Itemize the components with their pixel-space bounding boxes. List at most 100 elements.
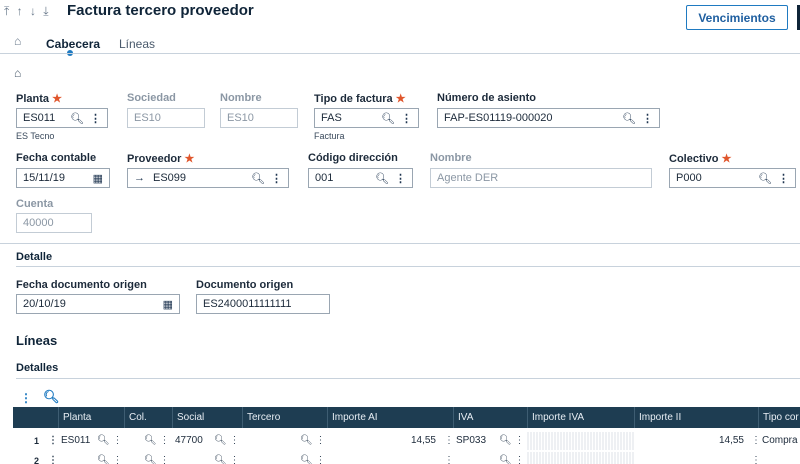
nombre-value: ES10 <box>227 112 254 124</box>
nombre-label: Nombre <box>220 92 262 104</box>
fecha-contable-field[interactable]: 15/11/19 ▦ <box>16 168 110 188</box>
cell-importe-ai[interactable]: 14,55 <box>327 432 436 450</box>
search-icon[interactable]: 🔍︎ ⋮ <box>97 432 122 450</box>
more-options-icon[interactable]: ⋮ <box>271 172 282 185</box>
fecha-contable-value: 15/11/19 <box>23 172 66 184</box>
col-importe-ii[interactable]: Importe II <box>634 407 758 428</box>
numero-asiento-field[interactable]: FAP-ES01119-000020 🔍︎ ⋮ <box>437 108 660 128</box>
more-options-icon[interactable]: ⋮ <box>751 452 761 464</box>
more-options-icon[interactable]: ⋮ <box>401 112 412 125</box>
row-menu-icon[interactable]: ⋮ <box>48 432 58 450</box>
search-icon[interactable]: 🔍︎ ⋮ <box>300 432 325 450</box>
cell-iva[interactable]: SP033 <box>456 432 486 450</box>
cell-importe-iva <box>527 432 634 450</box>
search-icon[interactable]: 🔍︎ ⋮ <box>300 452 325 464</box>
search-icon[interactable]: 🔍︎ <box>375 172 389 185</box>
search-icon[interactable]: 🔍︎ <box>622 112 636 125</box>
col-importe-iva[interactable]: Importe IVA <box>527 407 634 428</box>
nombre2-label: Nombre <box>430 152 472 164</box>
search-icon[interactable]: 🔍︎ ⋮ <box>97 452 122 464</box>
fecha-doc-origen-label: Fecha documento origen <box>16 279 147 291</box>
page-title: Factura tercero proveedor <box>67 2 254 19</box>
home-icon[interactable]: ⌂ <box>14 34 21 48</box>
more-options-icon[interactable]: ⋮ <box>395 172 406 185</box>
cuenta-label: Cuenta <box>16 198 54 210</box>
search-icon[interactable]: 🔍︎ <box>251 172 265 185</box>
col-tipo[interactable]: Tipo cor <box>758 407 800 428</box>
tipo-factura-field[interactable]: FAS 🔍︎ ⋮ <box>314 108 419 128</box>
colectivo-field[interactable]: P000 🔍︎ ⋮ <box>669 168 796 188</box>
search-icon[interactable]: 🔍︎ ⋮ <box>144 452 169 464</box>
colectivo-value: P000 <box>676 172 702 184</box>
documento-origen-value: ES2400011111111 <box>203 298 292 310</box>
documento-origen-field[interactable]: ES2400011111111 <box>196 294 330 314</box>
fecha-doc-origen-value: 20/10/19 <box>23 298 66 310</box>
planta-value: ES011 <box>23 112 56 124</box>
calendar-icon[interactable]: ▦ <box>163 298 173 311</box>
table-row[interactable]: 1 ⋮ ES011 🔍︎ ⋮ 🔍︎ ⋮ 47700 🔍︎ ⋮ 🔍︎ ⋮ 14,5… <box>13 432 800 450</box>
search-icon[interactable]: 🔍︎ ⋮ <box>499 432 524 450</box>
search-icon[interactable]: 🔍︎ ⋮ <box>144 432 169 450</box>
search-icon[interactable]: 🔍︎ <box>758 172 772 185</box>
cell-importe-iva <box>527 452 634 464</box>
detalle-section-title: Detalle <box>16 251 53 263</box>
colectivo-label: Colectivo ★ <box>669 153 732 165</box>
more-options-icon[interactable]: ⋮ <box>751 432 761 450</box>
col-col[interactable]: Col. <box>124 407 172 428</box>
sociedad-field: ES10 <box>127 108 205 128</box>
tab-divider <box>0 53 800 54</box>
section-home-icon[interactable]: ⌂ <box>14 66 21 80</box>
tab-cabecera[interactable]: Cabecera <box>46 37 100 51</box>
proveedor-field[interactable]: → ES099 🔍︎ ⋮ <box>127 168 289 188</box>
arrow-right-icon[interactable]: → <box>134 172 145 184</box>
search-icon[interactable]: 🔍︎ ⋮ <box>499 452 524 464</box>
search-icon[interactable]: 🔍︎ ⋮ <box>214 452 239 464</box>
grid-header: Planta Col. Social Tercero Importe AI IV… <box>13 407 800 428</box>
cuenta-value: 40000 <box>23 217 54 229</box>
search-icon[interactable]: 🔍︎ <box>70 112 84 125</box>
row-number: 1 <box>33 436 39 446</box>
cell-importe-ii[interactable]: 14,55 <box>634 432 744 450</box>
tipo-factura-value: FAS <box>321 112 342 124</box>
more-options-icon[interactable]: ⋮ <box>778 172 789 185</box>
codigo-direccion-field[interactable]: 001 🔍︎ ⋮ <box>308 168 413 188</box>
proveedor-value: ES099 <box>153 172 187 184</box>
row-menu-icon[interactable]: ⋮ <box>48 452 58 464</box>
search-icon[interactable]: 🔍︎ <box>381 112 395 125</box>
nombre-field: ES10 <box>220 108 298 128</box>
col-importe-ai[interactable]: Importe AI <box>327 407 453 428</box>
numero-asiento-label: Número de asiento <box>437 92 537 104</box>
calendar-icon[interactable]: ▦ <box>93 172 103 185</box>
codigo-direccion-value: 001 <box>315 172 334 184</box>
search-icon[interactable]: 🔍︎ ⋮ <box>214 432 239 450</box>
col-social[interactable]: Social <box>172 407 242 428</box>
more-options-icon[interactable]: ⋮ <box>444 452 454 464</box>
detalles-subtitle: Detalles <box>16 362 59 374</box>
cell-social[interactable]: 47700 <box>175 432 203 450</box>
table-row[interactable]: 2 ⋮ 🔍︎ ⋮ 🔍︎ ⋮ 🔍︎ ⋮ 🔍︎ ⋮ ⋮ 🔍︎ ⋮ ⋮ <box>13 452 800 464</box>
cell-planta[interactable]: ES011 <box>61 432 90 450</box>
detalle-divider <box>16 266 800 267</box>
documento-origen-label: Documento origen <box>196 279 294 291</box>
planta-description: ES Tecno <box>16 131 55 141</box>
sociedad-value: ES10 <box>134 112 161 124</box>
col-planta[interactable]: Planta <box>58 407 124 428</box>
col-tercero[interactable]: Tercero <box>242 407 327 428</box>
planta-field[interactable]: ES011 🔍︎ ⋮ <box>16 108 108 128</box>
more-options-icon[interactable]: ⋮ <box>90 112 101 125</box>
more-options-icon[interactable]: ⋮ <box>642 112 653 125</box>
grid-actions-icon[interactable]: ⋮ <box>20 391 32 405</box>
nombre2-value: Agente DER <box>437 172 499 184</box>
sociedad-label: Sociedad <box>127 92 176 104</box>
section-divider <box>0 243 800 244</box>
vencimientos-button[interactable]: Vencimientos <box>686 5 788 30</box>
lineas-section-title: Líneas <box>16 333 58 348</box>
cell-tipo[interactable]: Compra <box>762 432 798 450</box>
fecha-doc-origen-field[interactable]: 20/10/19 ▦ <box>16 294 180 314</box>
tab-lineas[interactable]: Líneas <box>119 37 155 51</box>
record-navigation-arrows[interactable]: ⤒ ↑ ↓ ⤓ <box>4 4 51 19</box>
grid-search-icon[interactable]: 🔍︎ <box>43 389 60 405</box>
more-options-icon[interactable]: ⋮ <box>444 432 454 450</box>
planta-label: Planta ★ <box>16 93 62 105</box>
col-iva[interactable]: IVA <box>453 407 527 428</box>
